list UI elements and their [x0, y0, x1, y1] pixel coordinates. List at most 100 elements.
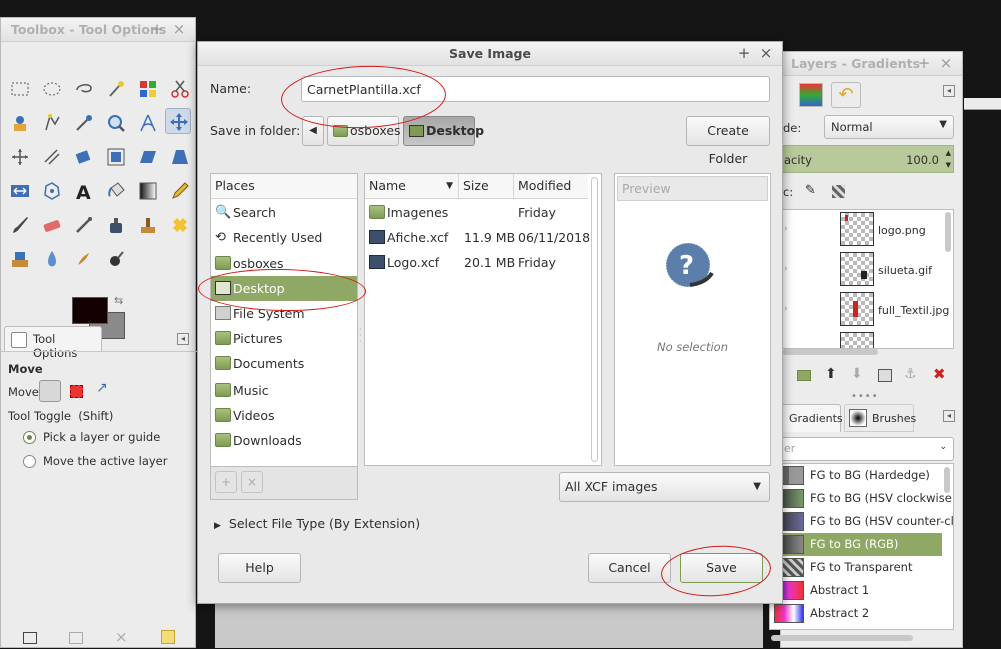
- tool-options-menu-icon[interactable]: ◂: [177, 333, 189, 345]
- layer-name[interactable]: silueta.gif: [878, 264, 932, 277]
- toolbox-add-icon[interactable]: +: [149, 21, 165, 37]
- pick-layer-radio[interactable]: [23, 431, 36, 444]
- gradients-hscrollbar[interactable]: [771, 635, 913, 641]
- cage-transform-icon[interactable]: [39, 178, 65, 204]
- eraser-icon[interactable]: [39, 212, 65, 238]
- gradient-item-selected[interactable]: FG to BG (RGB): [770, 533, 942, 556]
- perspective-clone-icon[interactable]: [7, 246, 33, 272]
- place-pictures[interactable]: Pictures: [211, 326, 357, 351]
- gradient-item[interactable]: Abstract 1: [770, 579, 942, 602]
- align-icon[interactable]: [7, 144, 33, 170]
- bucket-fill-icon[interactable]: [103, 178, 129, 204]
- select-by-color-icon[interactable]: [135, 76, 161, 102]
- dialog-close-icon[interactable]: ×: [758, 45, 774, 61]
- opacity-slider[interactable]: acity 100.0 ▲ ▼: [781, 145, 954, 173]
- scissors-icon[interactable]: [167, 76, 193, 102]
- place-recently-used[interactable]: ⟲ Recently Used: [211, 225, 357, 250]
- move-path-icon[interactable]: ↗: [96, 380, 108, 396]
- fuzzy-select-icon[interactable]: [103, 76, 129, 102]
- file-row[interactable]: Logo.xcf 20.1 MB Friday: [365, 250, 601, 275]
- delete-options-icon[interactable]: ×: [115, 628, 128, 646]
- place-music[interactable]: Music: [211, 378, 357, 403]
- move-tool-icon[interactable]: [165, 108, 191, 134]
- breadcrumb-desktop[interactable]: Desktop: [403, 116, 484, 146]
- file-row[interactable]: Imagenes Friday: [365, 200, 601, 225]
- foreground-select-icon[interactable]: [7, 110, 33, 136]
- blend-icon[interactable]: [135, 178, 161, 204]
- tool-options-tab[interactable]: Tool Options: [4, 326, 102, 360]
- duplicate-layer-icon[interactable]: [878, 369, 892, 382]
- move-layer-icon[interactable]: [39, 380, 61, 402]
- file-type-filter-dropdown[interactable]: All XCF images ▼: [559, 472, 770, 502]
- zoom-icon[interactable]: [103, 110, 129, 136]
- heal-icon[interactable]: [167, 212, 193, 238]
- gradient-item[interactable]: Abstract 2: [770, 602, 942, 625]
- text-tool-icon[interactable]: A: [71, 178, 97, 204]
- dodge-burn-icon[interactable]: [103, 246, 129, 272]
- layers-scrollbar[interactable]: [945, 212, 951, 252]
- toolbox-close-icon[interactable]: ×: [171, 21, 187, 37]
- gradient-item[interactable]: FG to BG (HSV counter-clockwise): [770, 510, 953, 533]
- dock-separator[interactable]: ••••: [851, 391, 879, 402]
- rotate-icon[interactable]: [71, 144, 97, 170]
- layer-row-2-expander-icon[interactable]: ›: [784, 264, 788, 274]
- cancel-button[interactable]: Cancel: [588, 553, 671, 583]
- layer-name[interactable]: logo.png: [878, 224, 926, 237]
- shear-icon[interactable]: [135, 144, 161, 170]
- tab-gradients[interactable]: Gradients: [781, 404, 843, 432]
- place-documents[interactable]: Documents: [211, 351, 357, 376]
- measure-icon[interactable]: [135, 110, 161, 136]
- pane-grip[interactable]: · · ·: [359, 326, 362, 346]
- layers-hscrollbar[interactable]: [783, 349, 878, 355]
- undo-tab-icon[interactable]: ↶: [831, 82, 861, 108]
- lock-alpha-icon[interactable]: [832, 185, 845, 198]
- save-options-icon[interactable]: [23, 632, 37, 644]
- foreground-color-swatch[interactable]: [72, 297, 108, 324]
- move-active-layer-label[interactable]: Move the active layer: [43, 454, 167, 468]
- new-layer-group-icon[interactable]: [797, 370, 811, 381]
- layers-dock-menu-icon[interactable]: ◂: [943, 85, 955, 97]
- create-folder-button[interactable]: Create Folder: [686, 116, 770, 166]
- ink-icon[interactable]: [103, 212, 129, 238]
- perspective-icon[interactable]: [167, 144, 193, 170]
- smudge-icon[interactable]: [71, 246, 97, 272]
- color-picker-icon[interactable]: [71, 110, 97, 136]
- gradient-filter-dropdown[interactable]: er ⌄: [781, 437, 954, 461]
- lock-pixels-icon[interactable]: ✎: [805, 183, 816, 198]
- file-row[interactable]: Afiche.xcf 11.9 MB 06/11/2018: [365, 225, 601, 250]
- airbrush-icon[interactable]: [71, 212, 97, 238]
- tab-brushes[interactable]: Brushes: [844, 404, 916, 432]
- anchor-layer-icon[interactable]: ⚓: [904, 366, 917, 382]
- clone-icon[interactable]: [135, 212, 161, 238]
- delete-layer-icon[interactable]: ✖: [933, 365, 946, 383]
- ellipse-select-icon[interactable]: [39, 76, 65, 102]
- blur-icon[interactable]: [39, 246, 65, 272]
- scale-icon[interactable]: [103, 144, 129, 170]
- crop-icon[interactable]: [39, 144, 65, 170]
- pencil-icon[interactable]: [167, 178, 193, 204]
- files-scrollbar[interactable]: [591, 177, 598, 462]
- swap-colors-icon[interactable]: ⇆: [114, 294, 123, 307]
- pick-layer-label[interactable]: Pick a layer or guide: [43, 430, 160, 444]
- place-videos[interactable]: Videos: [211, 403, 357, 428]
- gradient-item[interactable]: FG to BG (HSV clockwise hue): [770, 487, 953, 510]
- column-size[interactable]: Size: [459, 174, 514, 199]
- restore-options-icon[interactable]: [69, 632, 83, 644]
- paths-icon[interactable]: [39, 110, 65, 136]
- paintbrush-icon[interactable]: [7, 212, 33, 238]
- remove-bookmark-icon[interactable]: ×: [241, 471, 263, 493]
- reset-options-icon[interactable]: [161, 630, 175, 644]
- gradients-dock-menu-icon[interactable]: ◂: [943, 410, 955, 422]
- layer-row-3-expander-icon[interactable]: ›: [784, 304, 788, 314]
- place-downloads[interactable]: Downloads: [211, 428, 357, 453]
- layer-name[interactable]: full_Textil.jpg: [878, 304, 949, 317]
- raise-layer-icon[interactable]: ⬆: [825, 366, 837, 382]
- gradient-item[interactable]: FG to Transparent: [770, 556, 942, 579]
- lower-layer-icon[interactable]: ⬇: [851, 366, 863, 382]
- lasso-icon[interactable]: [71, 76, 97, 102]
- gradient-item[interactable]: FG to BG (Hardedge): [770, 464, 942, 487]
- channels-tab-icon[interactable]: [799, 83, 823, 107]
- add-bookmark-icon[interactable]: +: [215, 471, 237, 493]
- gradients-scrollbar[interactable]: [944, 467, 950, 493]
- mode-dropdown[interactable]: Normal ▼: [824, 115, 954, 139]
